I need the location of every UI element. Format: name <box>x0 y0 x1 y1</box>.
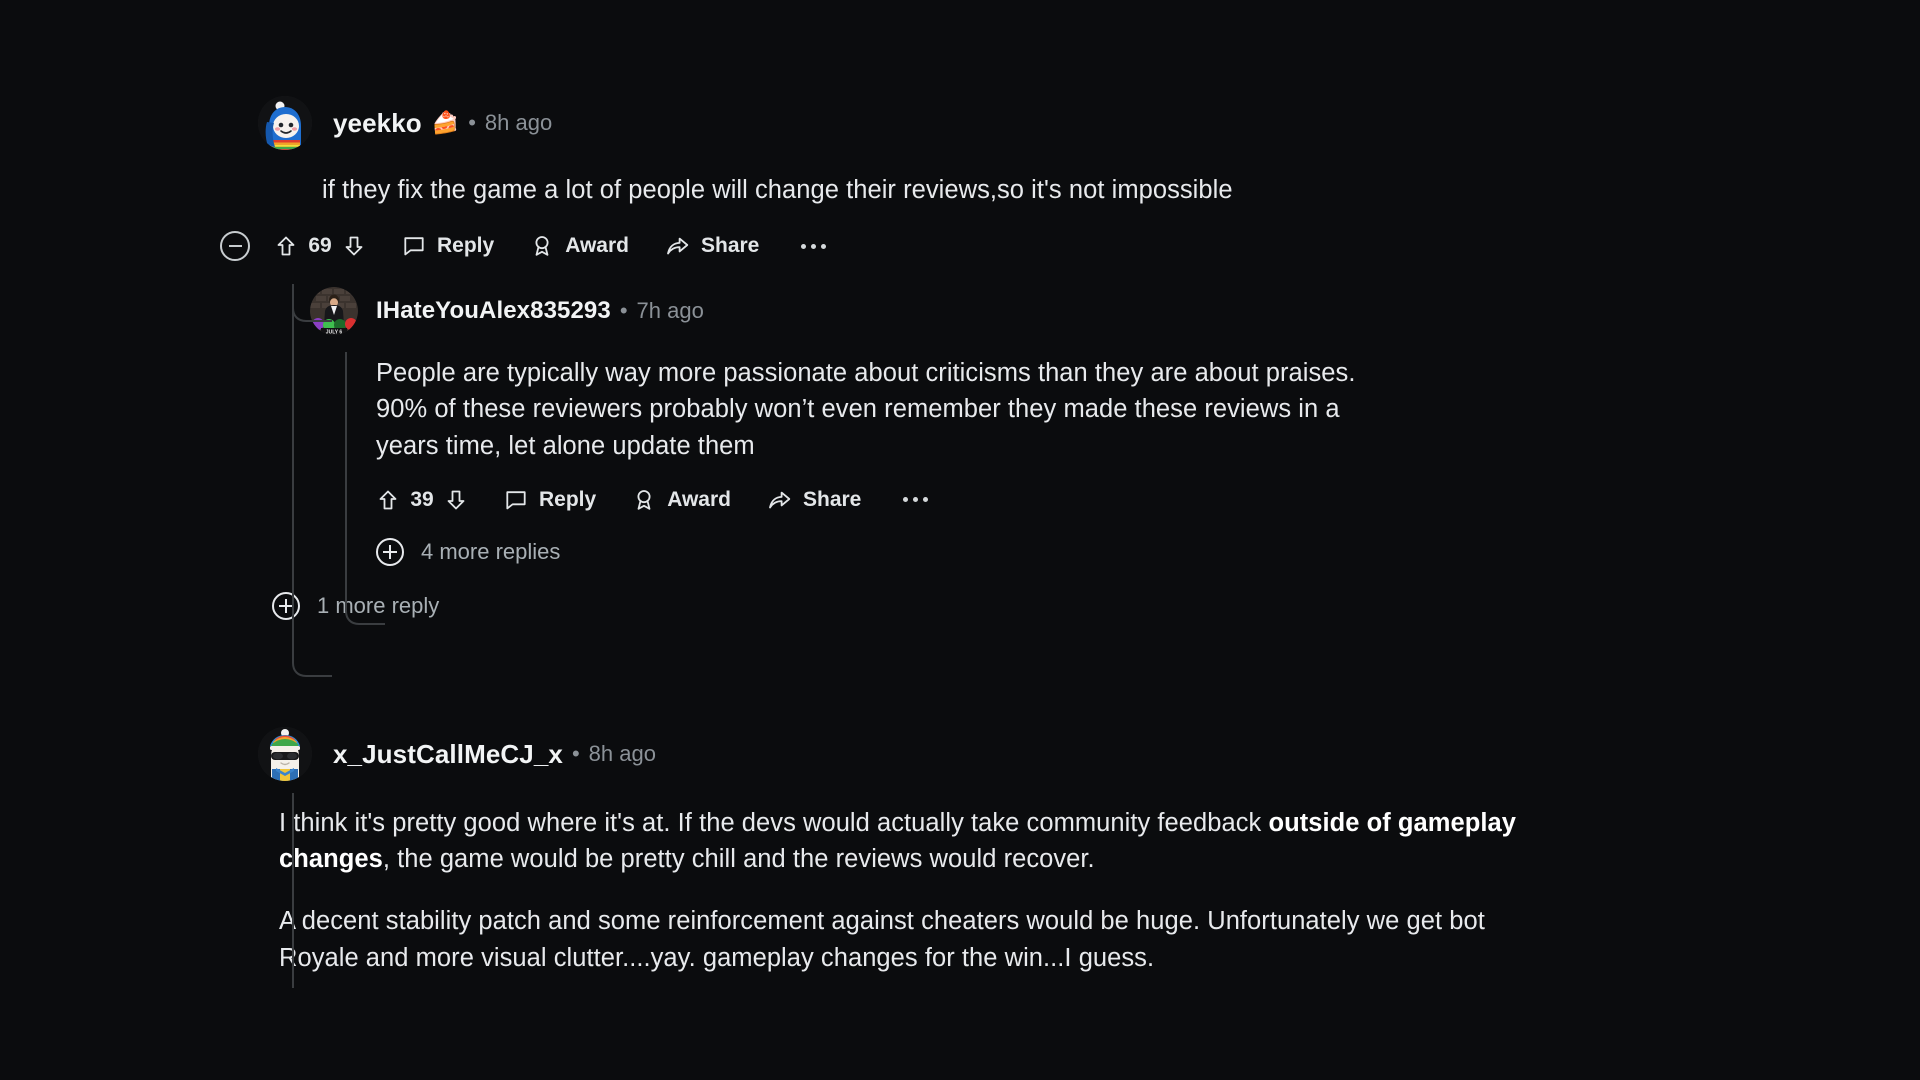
upvote-button[interactable] <box>274 234 298 258</box>
comment-thread-page: yeekko 🍰 • 8h ago if they fix the game a… <box>0 0 1920 1080</box>
comment-header: JULY 6 IHateYouAlex835293 • 7h ago <box>310 287 1710 336</box>
award-label: Award <box>667 487 731 511</box>
plus-icon <box>272 591 300 620</box>
avatar[interactable] <box>258 727 312 781</box>
separator: • <box>468 110 476 135</box>
reply-button[interactable]: Reply <box>504 488 596 512</box>
reply-label: Reply <box>437 234 495 258</box>
comment-action-bar: 69 Reply Award Share <box>220 231 1708 262</box>
award-button[interactable]: Award <box>632 488 731 512</box>
comment-paragraph: if they fix the game a lot of people wil… <box>322 176 1233 204</box>
thread-line-branch-curve <box>292 300 332 332</box>
thread-line-root-curve <box>292 646 332 678</box>
text-run: I think it's pretty good where it's at. … <box>279 809 1269 837</box>
cake-day-icon: 🍰 <box>431 110 460 135</box>
more-options-button[interactable] <box>801 243 827 249</box>
comment-timestamp[interactable]: 8h ago <box>485 110 552 136</box>
separator: • <box>571 741 580 766</box>
comment-thread-root-1: yeekko 🍰 • 8h ago if they fix the game a… <box>220 96 1710 620</box>
share-button[interactable]: Share <box>665 234 759 258</box>
comment-thread-root-2: x_JustCallMeCJ_x • 8h ago I think it's p… <box>258 727 1708 976</box>
comment-timestamp[interactable]: 8h ago <box>589 741 656 767</box>
text-run: A decent stability patch and some reinfo… <box>279 907 1485 972</box>
reply-button[interactable]: Reply <box>402 234 494 258</box>
thread-line-root[interactable] <box>292 284 294 653</box>
award-label: Award <box>565 234 629 258</box>
share-button[interactable]: Share <box>767 488 861 512</box>
comment-author[interactable]: IHateYouAlex835293 <box>376 297 611 325</box>
more-options-button[interactable] <box>903 497 929 503</box>
comment-header: yeekko 🍰 • 8h ago <box>258 96 1708 150</box>
comment-action-bar: 39 Reply Award Share <box>376 488 1710 512</box>
comment-paragraph: People are typically way more passionate… <box>376 359 1356 460</box>
downvote-button[interactable] <box>342 234 366 258</box>
comment-paragraph: A decent stability patch and some reinfo… <box>279 903 1569 975</box>
upvote-button[interactable] <box>376 488 400 512</box>
reply-label: Reply <box>539 487 597 511</box>
comment-header: x_JustCallMeCJ_x • 8h ago <box>258 727 1708 781</box>
comment-reply-1: JULY 6 IHateYouAlex835293 • 7h ago Peopl… <box>310 287 1710 566</box>
share-label: Share <box>803 487 862 511</box>
separator: • <box>619 298 628 324</box>
comment-author[interactable]: x_JustCallMeCJ_x <box>333 739 563 770</box>
comment-paragraph: I think it's pretty good where it's at. … <box>279 805 1569 877</box>
expand-more-reply-button[interactable]: 1 more reply <box>272 591 1708 620</box>
more-replies-label: 4 more replies <box>421 538 561 564</box>
share-label: Share <box>701 234 760 258</box>
thread-line-root-2[interactable] <box>292 793 294 988</box>
thread-line-reply[interactable] <box>345 352 347 601</box>
comment-body: if they fix the game a lot of people wil… <box>322 172 1708 208</box>
text-run: , the game would be pretty chill and the… <box>382 845 1095 874</box>
vote-score: 39 <box>410 487 434 511</box>
vote-group: 69 <box>274 234 366 258</box>
comment-body: People are typically way more passionate… <box>376 355 1386 464</box>
expand-more-replies-button[interactable]: 4 more replies <box>376 537 1710 566</box>
downvote-button[interactable] <box>444 488 468 512</box>
vote-group: 39 <box>376 488 468 512</box>
comment-timestamp[interactable]: 7h ago <box>637 298 704 324</box>
thread-line-reply-curve <box>345 594 385 626</box>
vote-score: 69 <box>308 234 332 258</box>
avatar[interactable] <box>258 96 312 150</box>
collapse-thread-button[interactable] <box>220 231 250 262</box>
award-button[interactable]: Award <box>530 234 629 258</box>
comment-body: I think it's pretty good where it's at. … <box>279 805 1569 976</box>
comment-author[interactable]: yeekko <box>333 108 422 139</box>
plus-icon <box>376 537 404 566</box>
